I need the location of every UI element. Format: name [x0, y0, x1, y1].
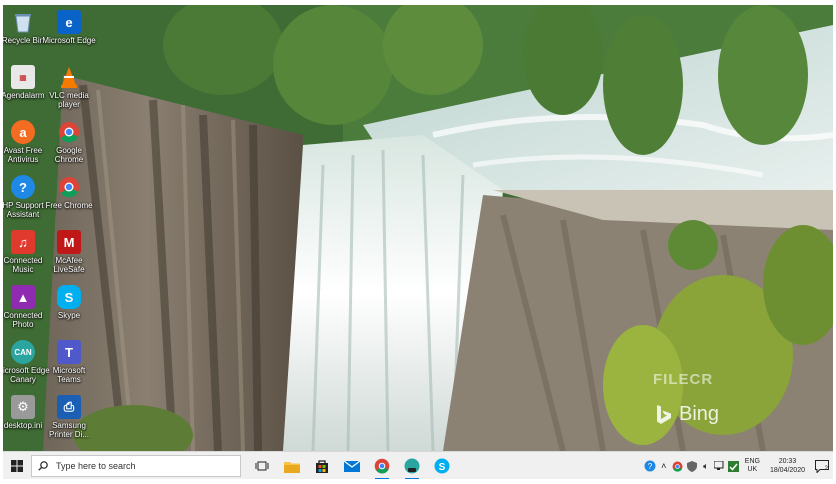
- desktop-icon-hp-support-assistant[interactable]: ? HP Support Assistant: [3, 175, 47, 219]
- start-button[interactable]: [3, 452, 31, 479]
- file-explorer-button[interactable]: [277, 452, 307, 479]
- action-center-button[interactable]: 2: [811, 452, 833, 479]
- input-language-indicator[interactable]: ENG UK: [745, 458, 760, 474]
- desktop-icon-samsung-printer[interactable]: ⎙ Samsung Printer Di...: [45, 395, 93, 439]
- desktop-icon-connected-photo[interactable]: ▲ Connected Photo: [3, 285, 47, 329]
- edge-canary-icon: CAN: [11, 340, 35, 364]
- printer-icon: ⎙: [57, 395, 81, 419]
- desktop-icon-recycle-bin[interactable]: Recycle Bin: [3, 10, 47, 45]
- edge-canary-button[interactable]: [397, 452, 427, 479]
- desktop-icon-skype[interactable]: S Skype: [45, 285, 93, 320]
- task-view-button[interactable]: [247, 452, 277, 479]
- desktop-icon-mcafee-livesafe[interactable]: M McAfee LiveSafe: [45, 230, 93, 274]
- chrome-tray-icon[interactable]: [671, 452, 685, 479]
- system-tray: ? ˄ 🔈︎ ENG UK 20:33 18/04/2020 2: [643, 452, 833, 479]
- microsoft-store-button[interactable]: [307, 452, 337, 479]
- edge-icon: e: [57, 10, 81, 34]
- security-shield-icon[interactable]: [685, 452, 699, 479]
- task-view-icon: [255, 461, 269, 471]
- search-input[interactable]: [54, 460, 228, 472]
- taskbar-clock[interactable]: 20:33 18/04/2020: [770, 457, 805, 475]
- mcafee-tray-icon[interactable]: [727, 452, 741, 479]
- filecr-watermark: FILECR: [653, 371, 714, 388]
- calendar-icon: ▦: [11, 65, 35, 89]
- chrome-icon: [374, 458, 390, 474]
- desktop-icon-microsoft-teams[interactable]: T Microsoft Teams: [45, 340, 93, 384]
- svg-text:S: S: [439, 462, 446, 473]
- desktop-icon-google-chrome[interactable]: Google Chrome: [45, 120, 93, 164]
- desktop-icon-agendalarm[interactable]: ▦ Agendalarm: [3, 65, 47, 100]
- taskbar-search-box[interactable]: [31, 455, 241, 477]
- recycle-bin-icon: [11, 10, 35, 34]
- skype-icon: S: [434, 458, 450, 474]
- desktop-icon-connected-music[interactable]: ♫ Connected Music: [3, 230, 47, 274]
- clock-time: 20:33: [778, 458, 797, 465]
- desktop-icon-vlc[interactable]: VLC media player: [45, 65, 93, 109]
- folder-icon: [284, 461, 300, 473]
- volume-icon[interactable]: 🔈︎: [699, 452, 713, 479]
- chrome-button[interactable]: [367, 452, 397, 479]
- music-icon: ♫: [11, 230, 35, 254]
- desktop-icon-grid: Recycle Bin e Microsoft Edge ▦ Agendalar…: [3, 5, 143, 451]
- search-icon: [38, 461, 48, 471]
- desktop-icon-microsoft-edge[interactable]: e Microsoft Edge: [42, 10, 96, 45]
- desktop-icon-edge-canary[interactable]: CAN Microsoft Edge Canary: [3, 340, 50, 384]
- notification-count-badge: 2: [824, 466, 828, 472]
- store-icon: [316, 460, 328, 473]
- desktop-screen: FILECR Bing Recycle Bin e Microsoft Edge…: [3, 5, 833, 479]
- desktop-icon-desktop-ini[interactable]: ⚙ desktop.ini: [3, 395, 47, 430]
- bing-wordmark: Bing: [679, 403, 720, 425]
- chrome-icon: [57, 175, 81, 199]
- windows-logo-icon: [11, 460, 23, 472]
- avast-icon: a: [11, 120, 35, 144]
- skype-icon: S: [57, 285, 81, 309]
- photo-icon: ▲: [11, 285, 35, 309]
- taskbar: S ? ˄ 🔈︎ ENG UK: [3, 451, 833, 479]
- bing-b-icon: [657, 404, 671, 424]
- help-tray-icon[interactable]: ?: [643, 452, 657, 479]
- edge-canary-icon: [404, 458, 420, 474]
- desktop-icon-avast[interactable]: a Avast Free Antivirus: [3, 120, 47, 164]
- mail-button[interactable]: [337, 452, 367, 479]
- file-icon: ⚙: [11, 395, 35, 419]
- skype-button[interactable]: S: [427, 452, 457, 479]
- mail-icon: [344, 460, 360, 472]
- chrome-icon: [57, 120, 81, 144]
- desktop-icon-free-chrome[interactable]: Free Chrome: [45, 175, 93, 210]
- help-icon: ?: [11, 175, 35, 199]
- teams-icon: T: [57, 340, 81, 364]
- vlc-cone-icon: [57, 65, 81, 89]
- svg-text:?: ?: [648, 462, 653, 471]
- network-icon[interactable]: [713, 452, 727, 479]
- chevron-up-icon[interactable]: ˄: [657, 452, 671, 479]
- mcafee-icon: M: [57, 230, 81, 254]
- bing-logo: Bing: [655, 403, 719, 426]
- clock-date: 18/04/2020: [769, 467, 805, 474]
